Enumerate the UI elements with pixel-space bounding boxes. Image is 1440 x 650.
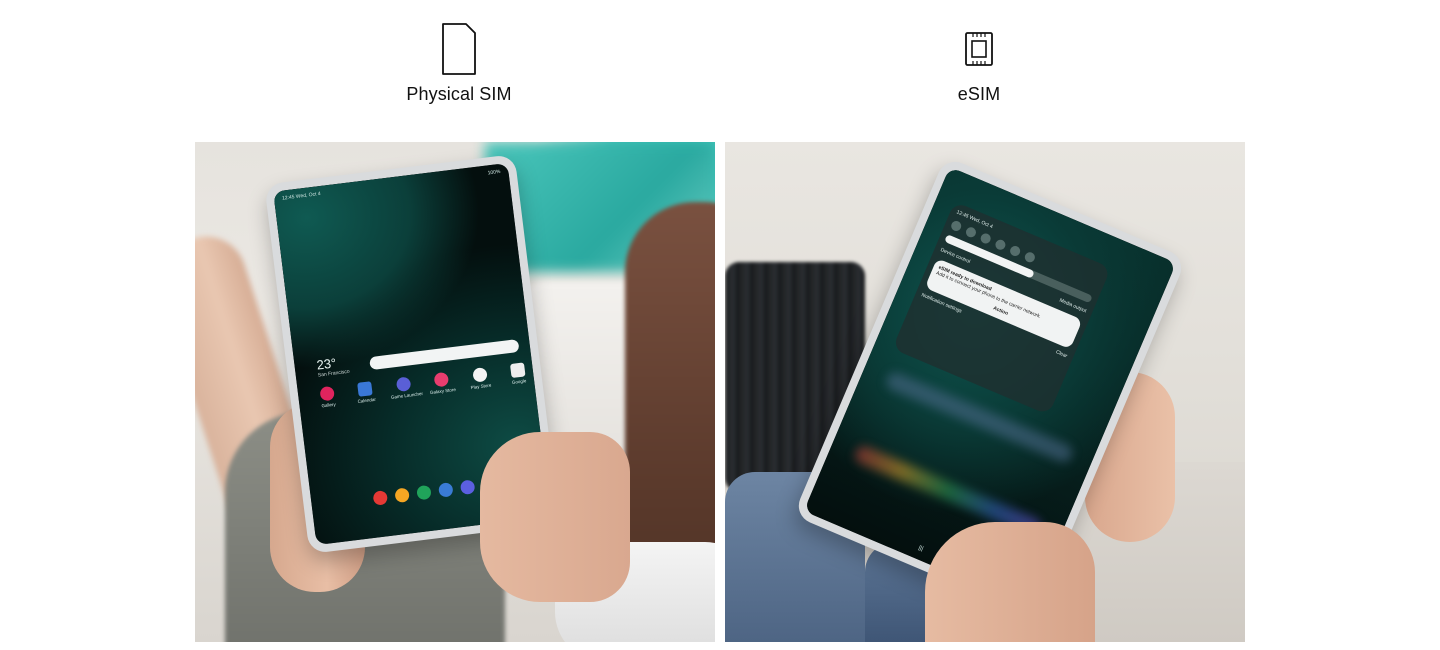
calendar-icon [357,381,374,397]
dock-app-icon[interactable] [459,479,476,496]
play-store-icon [471,367,488,383]
esim-photo: 12:45 Wed, Oct 4 Device control Media ou… [725,142,1245,642]
airplane-toggle-icon[interactable] [1008,244,1022,258]
app-play-store[interactable]: Play Store [465,366,495,390]
dock-app-icon[interactable] [372,490,389,506]
sim-card-icon [309,18,609,80]
esim-label: eSIM [957,84,1001,104]
right-hand [480,432,630,602]
app-game-launcher[interactable]: Game Launcher [389,376,423,400]
left-hand [925,522,1095,642]
clear-button[interactable]: Clear [1055,349,1068,359]
wifi-toggle-icon[interactable] [949,219,963,233]
game-launcher-icon [395,376,412,393]
dock-app-icon[interactable] [416,484,432,501]
gallery-icon [319,385,335,402]
physical-sim-label: Physical SIM [406,84,512,104]
app-calendar[interactable]: Calendar [351,380,381,404]
esim-header: eSIM [829,18,1129,105]
sound-toggle-icon[interactable] [964,225,978,239]
google-icon [509,362,526,379]
app-google[interactable]: Google [503,362,533,386]
dock-app-icon[interactable] [438,482,454,498]
bluetooth-toggle-icon[interactable] [979,231,993,246]
weather-widget[interactable]: 23° San Francisco [316,354,350,378]
app-gallery[interactable]: Gallery [312,385,342,409]
dock-app-icon[interactable] [394,487,410,504]
recents-icon[interactable]: ||| [917,545,924,552]
esim-chip-icon [829,18,1129,80]
physical-sim-photo: 12:45 Wed, Oct 4 100% 23° San Francisco … [195,142,715,642]
galaxy-store-icon [433,371,450,388]
physical-sim-header: Physical SIM [309,18,609,105]
rotate-toggle-icon[interactable] [993,238,1007,252]
flashlight-toggle-icon[interactable] [1023,250,1037,264]
sim-comparison-page: Physical SIM eSIM 12:45 Wed, Oct 4 100% … [0,0,1440,650]
app-galaxy-store[interactable]: Galaxy Store [427,371,457,395]
